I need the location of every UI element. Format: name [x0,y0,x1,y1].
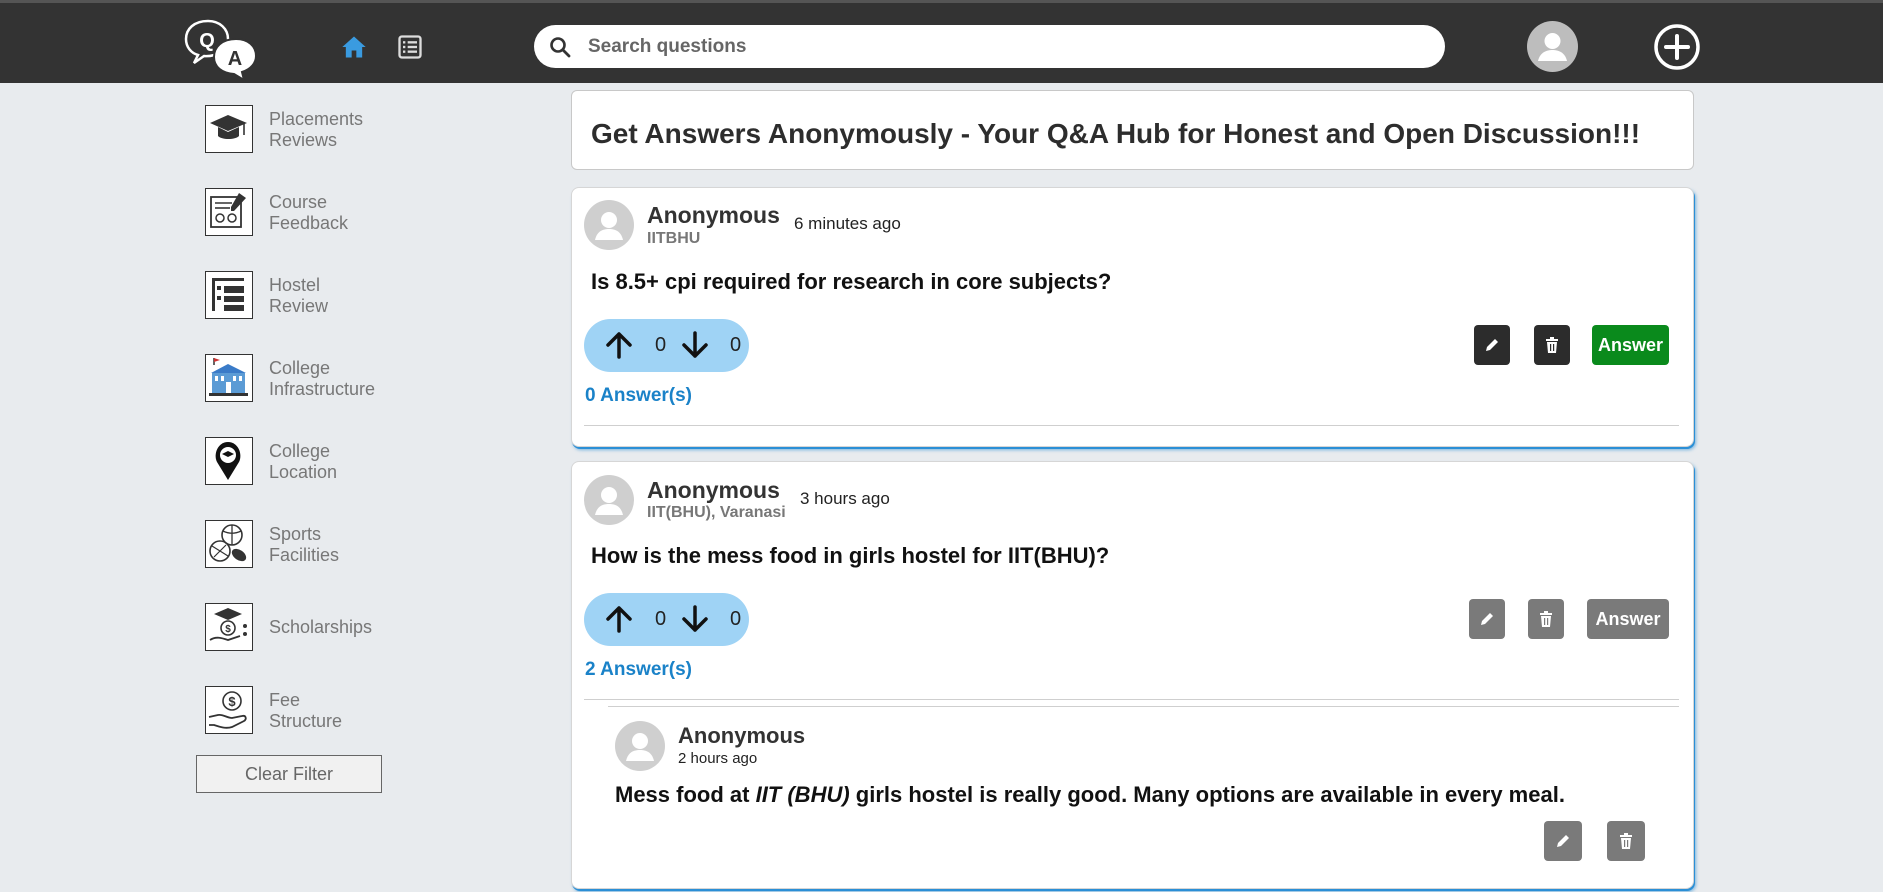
author-name: Anonymous [647,477,780,503]
upvote-arrow-icon[interactable] [604,330,634,360]
vote-pill: 0 0 [584,593,749,646]
sidebar-label: Location [269,462,338,482]
hero-banner: Get Answers Anonymously - Your Q&A Hub f… [571,90,1694,170]
edit-button[interactable] [1474,325,1510,365]
trash-icon [1620,833,1632,849]
search-icon [550,37,571,58]
svg-text:$: $ [225,624,231,635]
answer-edit-button[interactable] [1544,821,1582,861]
clear-filter-button[interactable]: Clear Filter [196,755,382,793]
divider [608,706,1679,707]
sidebar-label: Sports [269,524,322,544]
sidebar-item-college-location[interactable]: College Location [205,437,465,489]
sidebar-label: Hostel [269,275,321,295]
location-pin-icon [205,437,253,485]
sidebar-label: Course [269,192,328,212]
pencil-icon [1481,613,1493,625]
page-title: Get Answers Anonymously - Your Q&A Hub f… [591,118,1641,149]
sidebar-label: College [269,358,331,378]
post-time: 6 minutes ago [794,214,901,233]
vote-pill: 0 0 [584,319,749,372]
sidebar-label: Feedback [269,213,349,233]
college-building-icon [205,354,253,402]
answer-button[interactable]: Answer [1587,599,1669,639]
author-college: IIT(BHU), Varanasi [647,504,786,521]
upvote-arrow-icon[interactable] [604,604,634,634]
delete-button[interactable] [1528,599,1564,639]
downvote-count: 0 [730,608,742,630]
qa-logo-icon[interactable]: Q A [184,17,260,81]
question-text: How is the mess food in girls hostel for… [591,543,1110,568]
graduation-cap-icon [205,105,253,153]
answer-button[interactable]: Answer [1592,325,1669,365]
logo-letter-a: A [228,48,242,70]
logo-letter-q: Q [199,30,215,52]
fee-hand-coin-icon: $ [205,686,253,734]
answer-count-link[interactable]: 2 Answer(s) [585,659,692,681]
user-silhouette-icon [595,487,623,515]
answer-text-italic: IIT (BHU) [755,782,850,807]
sidebar-item-college-infrastructure[interactable]: College Infrastructure [205,354,465,406]
divider [584,425,1679,426]
top-navbar: Q A [0,0,1883,83]
feedback-form-icon [205,188,253,236]
svg-text:$: $ [228,694,236,709]
user-silhouette-icon [626,733,654,761]
sidebar-label: Review [269,296,329,316]
scholarship-icon: $ [205,603,253,651]
downvote-count: 0 [730,334,742,356]
upvote-count: 0 [655,608,667,630]
delete-button[interactable] [1534,325,1570,365]
question-text: Is 8.5+ cpi required for research in cor… [591,269,1112,294]
sidebar-label: College [269,441,331,461]
author-college: IITBHU [647,230,701,247]
question-card: Anonymous IIT(BHU), Varanasi 3 hours ago… [571,461,1694,889]
answer-text-part: girls hostel is really good. Many option… [849,782,1565,807]
divider [584,699,1679,700]
author-avatar [584,475,634,525]
question-card: Anonymous IITBHU 6 minutes ago Is 8.5+ c… [571,187,1694,447]
user-silhouette-icon [1538,33,1567,61]
pencil-icon [1557,835,1569,847]
search-input[interactable] [586,33,1430,61]
author-name: Anonymous [647,202,780,228]
answer-time: 2 hours ago [678,750,758,767]
sidebar-label: Scholarships [269,617,373,637]
add-question-icon[interactable] [1652,22,1702,72]
author-avatar [584,200,634,250]
search-bar [534,25,1445,68]
sidebar-item-course-feedback[interactable]: Course Feedback [205,188,465,240]
edit-button[interactable] [1469,599,1505,639]
answer-delete-button[interactable] [1607,821,1645,861]
user-silhouette-icon [595,212,623,240]
downvote-arrow-icon[interactable] [680,330,710,360]
sidebar-label: Placements [269,109,364,129]
answer-count-link[interactable]: 0 Answer(s) [585,385,692,407]
user-avatar[interactable] [1527,21,1578,72]
hostel-bed-icon [205,271,253,319]
sidebar-item-placements-reviews[interactable]: Placements Reviews [205,105,465,157]
trash-icon [1546,337,1558,353]
sports-balls-icon [205,520,253,568]
answer-author-avatar [615,721,665,771]
trash-icon [1540,611,1552,627]
answer-author-name: Anonymous [678,723,806,748]
sidebar-label: Infrastructure [269,379,376,399]
sidebar-item-scholarships[interactable]: $ Scholarships [205,603,465,655]
sidebar-label: Structure [269,711,343,731]
list-icon[interactable] [396,33,424,61]
answer-text-part: Mess food at [615,782,756,807]
pencil-icon [1486,339,1498,351]
sidebar-item-sports-facilities[interactable]: Sports Facilities [205,520,465,572]
sidebar-item-fee-structure[interactable]: $ Fee Structure [205,686,465,738]
sidebar-label: Facilities [269,545,340,565]
post-time: 3 hours ago [800,489,890,508]
sidebar-item-hostel-review[interactable]: Hostel Review [205,271,465,323]
sidebar-label: Reviews [269,130,338,150]
sidebar-label: Fee [269,690,301,710]
upvote-count: 0 [655,334,667,356]
answer-text: Mess food at IIT (BHU) girls hostel is r… [615,782,1565,808]
home-icon[interactable] [340,33,368,61]
downvote-arrow-icon[interactable] [680,604,710,634]
